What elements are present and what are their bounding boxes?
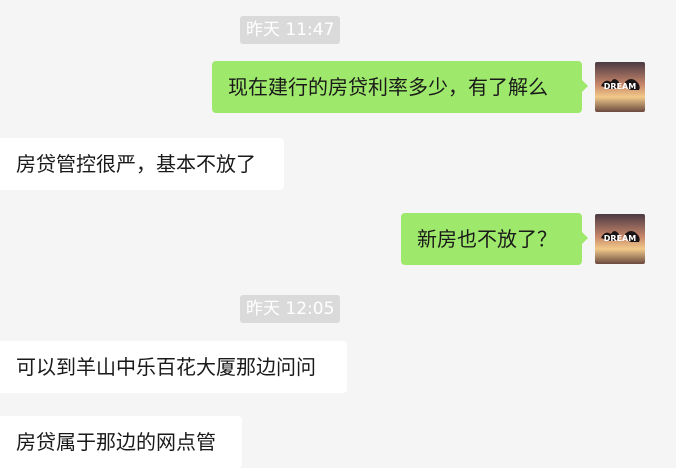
avatar-dream-text: DREAM <box>604 82 636 91</box>
incoming-message-bubble[interactable]: 可以到羊山中乐百花大厦那边问问 <box>0 341 347 393</box>
incoming-message-bubble[interactable]: 房贷管控很严，基本不放了 <box>0 138 284 190</box>
chat-message-list[interactable]: 昨天 11:47 现在建行的房贷利率多少，有了解么 DREAM 房贷管控很严，基… <box>0 0 676 468</box>
timestamp-divider: 昨天 12:05 <box>240 295 341 323</box>
outgoing-message-bubble[interactable]: 新房也不放了？ <box>401 213 588 265</box>
dream-sunset-avatar-icon: DREAM <box>595 62 645 112</box>
user-avatar[interactable]: DREAM <box>595 214 645 264</box>
avatar-dream-text: DREAM <box>604 234 636 243</box>
dream-sunset-avatar-icon: DREAM <box>595 214 645 264</box>
timestamp-divider: 昨天 11:47 <box>240 16 341 44</box>
outgoing-message-bubble[interactable]: 现在建行的房贷利率多少，有了解么 <box>212 61 588 113</box>
user-avatar[interactable]: DREAM <box>595 62 645 112</box>
incoming-message-bubble[interactable]: 房贷属于那边的网点管 <box>0 416 242 468</box>
